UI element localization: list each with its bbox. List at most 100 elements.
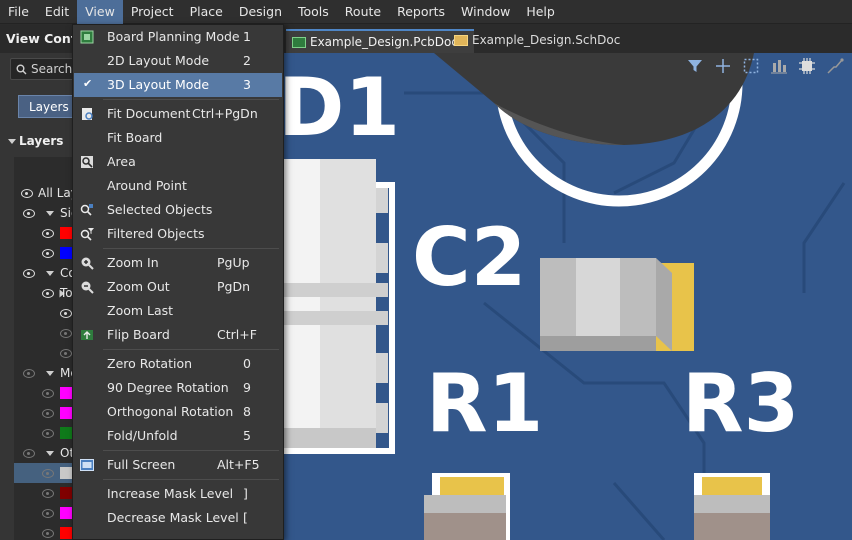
layer-color-swatch[interactable] (60, 427, 72, 439)
menu-item-around-point[interactable]: Around Point (74, 174, 282, 198)
tree-row-top-child[interactable] (14, 303, 72, 323)
menu-item-shortcut: PgUp (217, 255, 250, 270)
tree-row-other-1[interactable] (14, 463, 72, 483)
eye-icon[interactable] (23, 209, 35, 218)
menu-tools[interactable]: Tools (290, 0, 337, 24)
eye-icon[interactable] (42, 249, 54, 258)
eye-hidden-icon[interactable] (42, 469, 54, 478)
search-input[interactable]: Search (10, 58, 72, 80)
tree-row-top[interactable]: Top (14, 283, 72, 303)
menu-item-flip-board[interactable]: Flip Board Ctrl+F (74, 323, 282, 347)
pcb-3d-canvas[interactable]: D1 C2 R1 R3 (284, 53, 852, 540)
eye-hidden-icon[interactable] (42, 489, 54, 498)
menu-item-zoom-last[interactable]: Zoom Last (74, 299, 282, 323)
menu-item-shortcut: 9 (243, 380, 251, 395)
tab-layers-colors[interactable]: Layers & Colors (18, 95, 72, 118)
select-area-icon[interactable] (742, 57, 760, 75)
checkmark-icon: ✔ (83, 77, 93, 90)
menu-item-area[interactable]: Area (74, 150, 282, 174)
eye-icon[interactable] (23, 269, 35, 278)
collapse-arrow-icon[interactable] (46, 211, 54, 216)
eye-icon[interactable] (21, 189, 33, 198)
eye-hidden-icon[interactable] (23, 449, 35, 458)
eye-hidden-icon[interactable] (60, 349, 72, 358)
eye-icon[interactable] (60, 309, 72, 318)
menu-item-zero-rotation[interactable]: Zero Rotation 0 (74, 352, 282, 376)
tab-schdoc[interactable]: Example_Design.SchDoc (448, 29, 626, 53)
eye-hidden-icon[interactable] (42, 529, 54, 538)
layer-color-swatch[interactable] (60, 467, 72, 479)
eye-hidden-icon[interactable] (23, 369, 35, 378)
filter-icon[interactable] (686, 57, 704, 75)
layer-color-swatch[interactable] (60, 387, 72, 399)
menu-item-90-degree-rotation[interactable]: 90 Degree Rotation 9 (74, 376, 282, 400)
tree-row-mechanical[interactable]: Mechanical (14, 363, 72, 383)
collapse-arrow-icon[interactable] (46, 371, 54, 376)
menu-item-2d-layout-mode[interactable]: 2D Layout Mode 2 (74, 49, 282, 73)
tree-row-other-4[interactable] (14, 523, 72, 540)
eye-hidden-icon[interactable] (42, 389, 54, 398)
menu-item-orthogonal-rotation[interactable]: Orthogonal Rotation 8 (74, 400, 282, 424)
menu-item-zoom-in[interactable]: Zoom In PgUp (74, 251, 282, 275)
layer-color-swatch[interactable] (60, 527, 72, 539)
tree-row-mech-3[interactable] (14, 423, 72, 443)
menu-place[interactable]: Place (182, 0, 231, 24)
tree-row-all-layers[interactable]: All Layers (14, 183, 72, 203)
layer-color-swatch[interactable] (60, 507, 72, 519)
menu-item-label: Filtered Objects (107, 226, 205, 241)
tree-row-signal-top[interactable] (14, 223, 72, 243)
tree-row-hidden-2[interactable] (14, 343, 72, 363)
menu-item-filtered-objects[interactable]: Filtered Objects (74, 222, 282, 246)
zoom-in-icon (81, 257, 94, 270)
collapse-arrow-icon[interactable] (46, 271, 54, 276)
menu-item-decrease-mask-level[interactable]: Decrease Mask Level [ (74, 506, 282, 530)
collapse-arrow-icon[interactable] (46, 451, 54, 456)
menu-design[interactable]: Design (231, 0, 290, 24)
menu-item-board-planning-mode[interactable]: Board Planning Mode 1 (74, 25, 282, 49)
menu-item-full-screen[interactable]: Full Screen Alt+F5 (74, 453, 282, 477)
tree-row-other-2[interactable] (14, 483, 72, 503)
menu-view[interactable]: View (77, 0, 123, 24)
layer-color-swatch[interactable] (60, 487, 72, 499)
eye-hidden-icon[interactable] (60, 329, 72, 338)
menu-route[interactable]: Route (337, 0, 389, 24)
menu-item-fit-document[interactable]: Fit Document Ctrl+PgDn (74, 102, 282, 126)
tree-row-signal-layers[interactable]: Signal Layers (14, 203, 72, 223)
tab-pcbdoc[interactable]: Example_Design.PcbDoc * (286, 29, 474, 53)
tree-row-mech-1[interactable] (14, 383, 72, 403)
eye-hidden-icon[interactable] (42, 409, 54, 418)
eye-icon[interactable] (42, 229, 54, 238)
menu-window[interactable]: Window (453, 0, 518, 24)
crosshair-add-icon[interactable] (714, 57, 732, 75)
schematic-document-icon (454, 35, 468, 46)
layer-color-swatch[interactable] (60, 407, 72, 419)
align-icon[interactable] (770, 57, 788, 75)
layer-color-swatch[interactable] (60, 227, 72, 239)
menu-item-selected-objects[interactable]: Selected Objects (74, 198, 282, 222)
eye-hidden-icon[interactable] (42, 429, 54, 438)
eye-hidden-icon[interactable] (42, 509, 54, 518)
menu-item-fold-unfold[interactable]: Fold/Unfold 5 (74, 424, 282, 448)
menu-edit[interactable]: Edit (37, 0, 77, 24)
menu-item-label: Board Planning Mode (107, 29, 240, 44)
menu-item-shortcut: 2 (243, 53, 251, 68)
menu-project[interactable]: Project (123, 0, 182, 24)
menu-item-3d-layout-mode[interactable]: ✔ 3D Layout Mode 3 (74, 73, 282, 97)
route-icon[interactable] (826, 57, 844, 75)
layers-section-header[interactable]: Layers (0, 131, 72, 151)
tree-row-hidden-1[interactable] (14, 323, 72, 343)
tree-row-mech-2[interactable] (14, 403, 72, 423)
eye-icon[interactable] (42, 289, 54, 298)
tree-row-other[interactable]: Other (14, 443, 72, 463)
menu-item-zoom-out[interactable]: Zoom Out PgDn (74, 275, 282, 299)
tree-row-signal-bottom[interactable] (14, 243, 72, 263)
menu-help[interactable]: Help (518, 0, 563, 24)
tree-row-other-3[interactable] (14, 503, 72, 523)
layer-color-swatch[interactable] (60, 247, 72, 259)
chip-icon[interactable] (798, 57, 816, 75)
menu-item-fit-board[interactable]: Fit Board (74, 126, 282, 150)
menu-file[interactable]: File (0, 0, 37, 24)
menu-reports[interactable]: Reports (389, 0, 453, 24)
menu-item-increase-mask-level[interactable]: Increase Mask Level ] (74, 482, 282, 506)
tree-row-components[interactable]: Components (14, 263, 72, 283)
